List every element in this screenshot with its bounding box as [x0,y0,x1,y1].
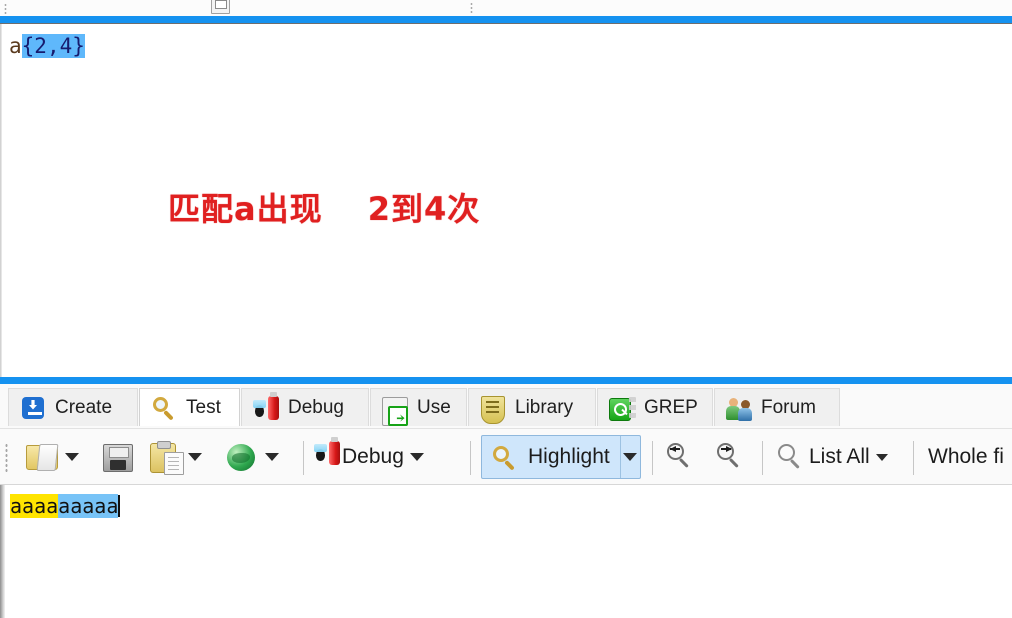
whole-file-label[interactable]: Whole fi [928,437,1004,477]
regex-quantifier-selected: {2,4} [21,34,85,58]
tab-grep[interactable]: GREP [597,388,713,426]
highlight-button-label: Highlight [528,445,610,468]
clipped-text-right-2: · ··· [955,0,973,2]
tab-debug[interactable]: Debug [241,388,369,426]
tab-bar: Create Test Debug Use Library GREP Forum [0,384,1012,428]
magnifier-icon [491,443,519,471]
save-floppy-icon [101,440,135,474]
list-all-button[interactable]: List All [775,437,888,477]
test-pane: Create Test Debug Use Library GREP Forum… [0,384,1012,618]
highlight-button-content[interactable]: Highlight [482,436,620,478]
whole-file-text: Whole fi [928,445,1004,468]
clipped-top-toolbar: · · · · · · · · · · · · ·· · ·· ·· ··· ·… [0,0,1012,16]
toolbar-grip[interactable] [5,443,8,473]
save-button[interactable] [101,437,135,477]
highlight-button[interactable]: Highlight [481,435,641,479]
regex-text-line[interactable]: a{2,4} [9,33,85,59]
find-next-icon [715,440,749,474]
folder-open-icon [25,440,59,474]
library-book-icon [480,395,506,424]
highlight-dropdown-button[interactable] [619,436,640,478]
clipped-text-left: · · · · · · · · · · · · ·· [8,0,109,3]
toolbar-separator [652,441,653,475]
clipped-text-right-1: ···· ········· [795,0,846,2]
toolbar-grip-left[interactable] [4,3,7,15]
chevron-down-icon[interactable] [409,453,424,461]
tab-forum[interactable]: Forum [714,388,840,426]
bug-spray-icon [253,391,279,421]
top-accent-bar [0,16,1012,23]
chevron-down-icon [623,453,638,461]
tab-use[interactable]: Use [370,388,467,426]
chevron-down-icon[interactable] [875,453,888,461]
tab-debug-label: Debug [288,396,344,418]
text-selection-highlight: aaaaa [58,494,119,518]
tab-library-label: Library [515,396,574,418]
find-previous-button[interactable] [665,437,699,477]
tab-use-label: Use [417,396,451,418]
tab-create-label: Create [55,396,113,418]
regexbuddy-window: · · · · · · · · · · · · ·· · ·· ·· ··· ·… [0,0,1012,618]
toolbar-separator [470,441,471,475]
toolbar-separator [303,441,304,475]
tab-grep-label: GREP [644,396,698,418]
regex-editor-panel[interactable]: a{2,4} 匹配a出现 2到4次 [0,23,1012,377]
create-icon [20,395,46,421]
test-subject-text[interactable]: aaaaaaaaa [10,493,121,519]
annotation-text: 匹配a出现 2到4次 [168,190,481,228]
chevron-down-icon[interactable] [265,453,279,461]
use-export-icon [382,395,408,426]
chevron-down-icon[interactable] [188,453,202,461]
regex-literal: a [9,34,22,58]
grep-icon [609,395,636,421]
list-all-label: List All [809,445,870,468]
magnifier-icon [775,440,809,474]
chevron-down-icon[interactable] [65,453,79,461]
regex-match-highlight: aaaa [10,494,59,518]
tab-test-label: Test [186,396,221,418]
tab-forum-label: Forum [761,396,816,418]
find-next-button[interactable] [715,437,749,477]
paste-button[interactable] [148,437,202,477]
browser-button[interactable] [225,437,279,477]
forum-people-icon [726,395,752,421]
debug-button[interactable]: Debug [314,437,424,477]
debug-button-label: Debug [342,445,404,468]
paste-clipboard-icon [148,440,184,475]
test-toolbar: Debug Highlight List All Whole fi [0,428,1012,485]
globe-icon [225,440,259,474]
bug-spray-icon [314,437,342,474]
clipped-toolbar-icon[interactable] [211,0,230,14]
middle-accent-bar [0,377,1012,384]
tab-test[interactable]: Test [139,388,240,426]
tab-library[interactable]: Library [468,388,596,426]
text-cursor [118,495,121,517]
find-previous-icon [665,440,699,474]
toolbar-separator [762,441,763,475]
toolbar-grip-middle[interactable] [470,2,473,15]
clipped-text-middle: · ·· ·· ··· ·· ···· ·· ····· [478,0,588,3]
tab-create[interactable]: Create [8,388,138,426]
test-subject-editor[interactable]: aaaaaaaaa [0,484,1012,618]
toolbar-separator [913,441,914,475]
open-button[interactable] [25,437,79,477]
magnifier-icon [151,395,177,421]
